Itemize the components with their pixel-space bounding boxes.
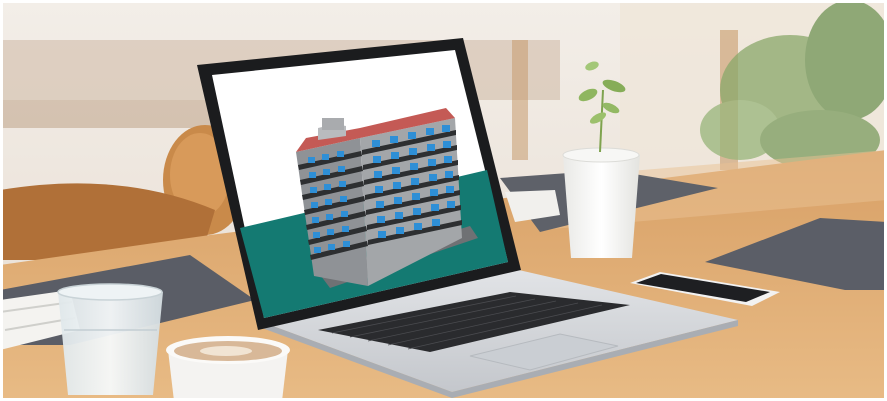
cafe-laptop-scene <box>0 0 887 401</box>
coffee-cup <box>166 336 290 401</box>
background-post <box>512 40 528 160</box>
water-glass <box>57 283 163 395</box>
